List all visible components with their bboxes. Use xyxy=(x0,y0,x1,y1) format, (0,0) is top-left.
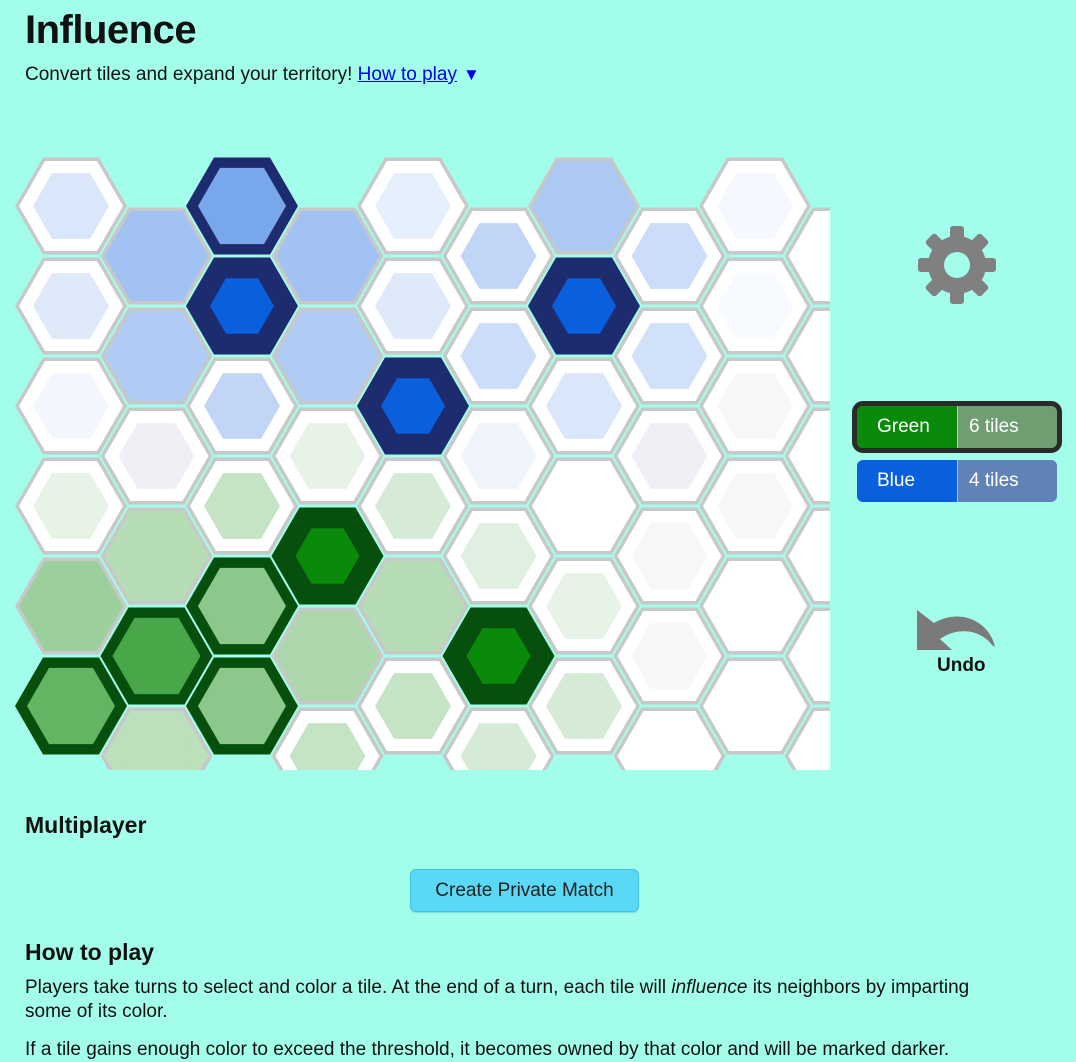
page-title: Influence xyxy=(25,8,197,52)
score-count: 4 tiles xyxy=(957,460,1057,502)
gear-icon[interactable] xyxy=(914,222,1000,308)
undo-label: Undo xyxy=(937,655,986,676)
undo-arrow-icon xyxy=(917,610,995,650)
game-board xyxy=(15,157,830,770)
how-to-play-link[interactable]: How to play xyxy=(358,64,457,85)
create-private-match-button[interactable]: Create Private Match xyxy=(410,869,639,912)
multiplayer-heading: Multiplayer xyxy=(25,812,147,838)
p1-text-a: Players take turns to select and color a… xyxy=(25,977,667,998)
p1-text-c: some of its color. xyxy=(25,1001,168,1022)
score-name: Blue xyxy=(857,460,957,502)
subtitle-text: Convert tiles and expand your territory! xyxy=(25,64,353,85)
subtitle: Convert tiles and expand your territory!… xyxy=(25,64,480,86)
p1-text-b: its neighbors by imparting xyxy=(752,977,970,998)
how-to-play-paragraph-1: Players take turns to select and color a… xyxy=(25,976,1025,1024)
how-to-play-paragraph-2: If a tile gains enough color to exceed t… xyxy=(25,1039,950,1060)
toggle-triangle-icon[interactable]: ▼ xyxy=(463,65,480,84)
score-blue: Blue 4 tiles xyxy=(857,460,1057,502)
how-to-play-heading: How to play xyxy=(25,939,155,965)
p1-emphasis: influence xyxy=(671,977,748,998)
undo-button[interactable]: Undo xyxy=(912,605,1012,685)
score-name: Green xyxy=(857,406,957,448)
score-green: Green 6 tiles xyxy=(852,401,1062,453)
score-count: 6 tiles xyxy=(957,406,1057,448)
